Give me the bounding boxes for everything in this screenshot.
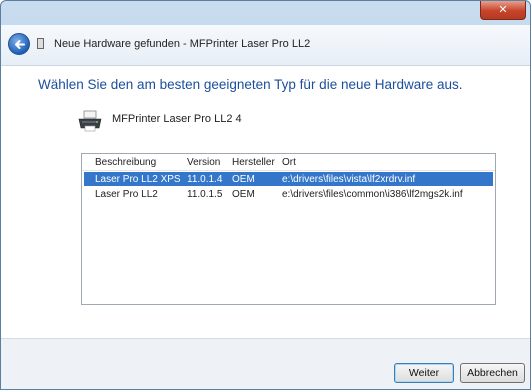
- list-item-selected[interactable]: Laser Pro LL2 XPS 11.0.1.4 OEM e:\driver…: [84, 172, 493, 186]
- back-arrow-icon: [15, 40, 25, 49]
- close-button[interactable]: ✕: [480, 1, 526, 20]
- row-ort: e:\drivers\files\common\i386\lf2mgs2k.in…: [282, 189, 463, 200]
- dialog-window: ✕ Neue Hardware gefunden - MFPrinter Las…: [0, 0, 531, 390]
- row-beschreibung: Laser Pro LL2 XPS: [95, 174, 181, 185]
- printer-icon: [78, 110, 102, 132]
- wizard-content: Wählen Sie den am besten geeigneten Typ …: [1, 66, 530, 338]
- row-ort: e:\drivers\files\vista\lf2xrdrv.inf: [282, 174, 416, 185]
- column-header-ort[interactable]: Ort: [282, 157, 296, 168]
- button-bar: Weiter Abbrechen: [1, 338, 530, 389]
- row-version: 11.0.1.4: [187, 174, 223, 185]
- driver-list[interactable]: Beschreibung Version Hersteller Ort Lase…: [81, 153, 496, 305]
- close-icon: ✕: [498, 3, 508, 16]
- row-version: 11.0.1.5: [187, 189, 223, 200]
- column-header-hersteller[interactable]: Hersteller: [232, 157, 275, 168]
- list-item[interactable]: Laser Pro LL2 11.0.1.5 OEM e:\drivers\fi…: [82, 187, 495, 201]
- row-hersteller: OEM: [232, 189, 255, 200]
- cancel-button[interactable]: Abbrechen: [460, 363, 525, 383]
- column-header-beschreibung[interactable]: Beschreibung: [95, 157, 156, 168]
- list-header: Beschreibung Version Hersteller Ort: [82, 154, 495, 171]
- row-hersteller: OEM: [232, 174, 255, 185]
- navigation-bar: Neue Hardware gefunden - MFPrinter Laser…: [1, 25, 530, 66]
- row-beschreibung: Laser Pro LL2: [95, 189, 158, 200]
- title-bar: ✕: [1, 1, 530, 25]
- page-heading: Wählen Sie den am besten geeigneten Typ …: [38, 77, 463, 92]
- next-button[interactable]: Weiter: [394, 363, 454, 383]
- device-name: MFPrinter Laser Pro LL2 4: [112, 113, 242, 125]
- hardware-icon: [37, 38, 44, 49]
- back-button[interactable]: [8, 33, 30, 55]
- wizard-title: Neue Hardware gefunden - MFPrinter Laser…: [54, 38, 311, 50]
- column-header-version[interactable]: Version: [187, 157, 220, 168]
